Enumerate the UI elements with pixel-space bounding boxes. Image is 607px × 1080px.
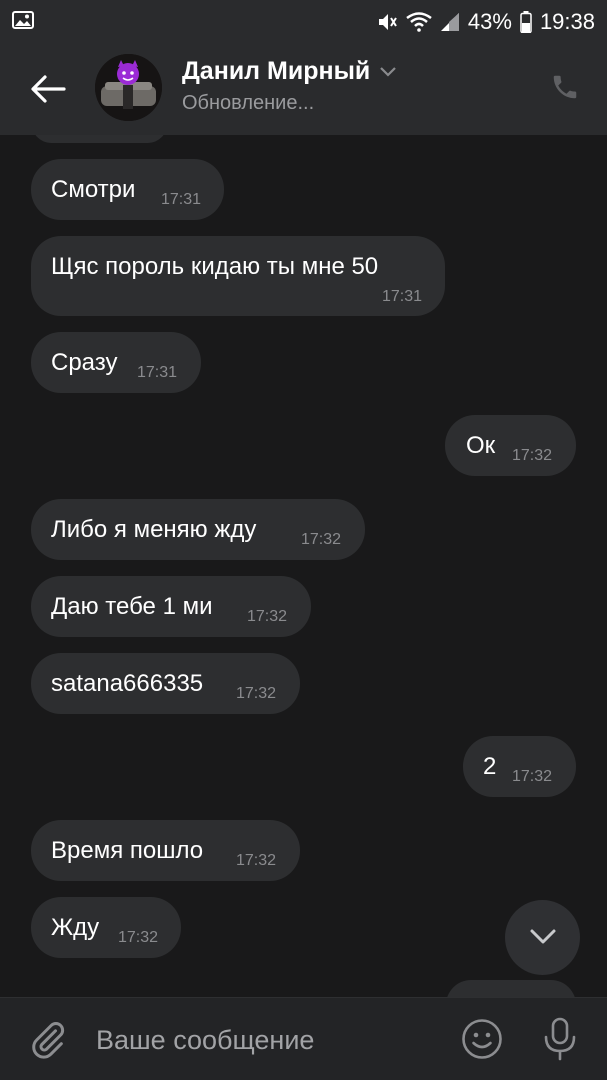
phone-icon <box>553 75 577 99</box>
status-bar: 43% 19:38 <box>0 0 607 44</box>
message-time: 17:31 <box>382 288 423 305</box>
scroll-down-button[interactable] <box>505 900 580 975</box>
message-time: 17:32 <box>512 768 553 785</box>
message-bubble-incoming[interactable]: satana666335 17:32 <box>31 653 300 714</box>
message-time: 17:32 <box>301 531 342 548</box>
avatar[interactable] <box>95 54 162 121</box>
message-text: satana666335 <box>51 670 204 697</box>
message-time: 17:32 <box>118 929 159 946</box>
message-time: 17:31 <box>161 191 202 208</box>
clock: 19:38 <box>539 9 595 34</box>
message-input[interactable] <box>96 1020 436 1060</box>
emoji-button[interactable] <box>461 1018 503 1060</box>
message-composer <box>0 997 607 1080</box>
call-button[interactable] <box>550 72 584 106</box>
message-time: 17:32 <box>512 447 553 464</box>
chevron-down-icon <box>380 66 397 77</box>
message-time: 17:31 <box>137 364 178 381</box>
message-text: Жду <box>51 914 100 941</box>
contact-name-row[interactable]: Данил Мирный <box>182 57 397 86</box>
message-bubble-partial <box>32 135 167 143</box>
chevron-down-icon <box>530 929 556 944</box>
message-list[interactable]: Смотри 17:31 Щяс пороль кидаю ты мне 50 … <box>0 135 607 997</box>
signal-icon <box>440 12 460 32</box>
back-arrow-icon <box>31 75 66 103</box>
message-bubble-incoming[interactable]: Щяс пороль кидаю ты мне 50 17:31 <box>31 236 445 316</box>
gallery-icon <box>12 10 34 34</box>
back-button[interactable] <box>30 74 66 104</box>
message-text: Время пошло <box>51 837 204 864</box>
contact-name: Данил Мирный <box>182 57 371 85</box>
chat-header: Данил Мирный Обновление... <box>0 44 607 135</box>
microphone-icon <box>544 1017 576 1061</box>
message-time: 17:32 <box>247 608 288 625</box>
emoji-icon <box>462 1019 502 1059</box>
message-bubble-incoming[interactable]: Сразу 17:31 <box>31 332 201 393</box>
message-text: 2 <box>483 753 497 780</box>
message-bubble-incoming[interactable]: Либо я меняю жду 17:32 <box>31 499 365 560</box>
contact-status: Обновление... <box>182 92 315 114</box>
attach-button[interactable] <box>28 1020 68 1060</box>
message-bubble-incoming[interactable]: Даю тебе 1 ми 17:32 <box>31 576 311 637</box>
message-bubble-incoming[interactable]: Смотри 17:31 <box>31 159 224 220</box>
message-text: Щяс пороль кидаю ты мне 50 <box>51 253 379 280</box>
message-time: 17:32 <box>236 852 277 869</box>
message-text: Смотри <box>51 176 136 203</box>
message-bubble-partial <box>446 980 576 997</box>
battery-percent: 43% <box>467 9 512 34</box>
paperclip-icon <box>32 1022 65 1059</box>
message-text: Либо я меняю жду <box>51 516 257 543</box>
message-bubble-outgoing[interactable]: 2 17:32 <box>463 736 576 797</box>
message-text: Ок <box>466 432 496 459</box>
battery-icon <box>520 11 532 33</box>
message-text: Даю тебе 1 ми <box>51 593 213 620</box>
microphone-button[interactable] <box>542 1017 578 1061</box>
wifi-icon <box>406 12 432 32</box>
message-bubble-incoming[interactable]: Жду 17:32 <box>31 897 181 958</box>
message-time: 17:32 <box>236 685 277 702</box>
message-bubble-outgoing[interactable]: Ок 17:32 <box>445 415 576 476</box>
mute-icon <box>376 11 398 33</box>
message-text: Сразу <box>51 349 118 376</box>
message-bubble-incoming[interactable]: Время пошло 17:32 <box>31 820 300 881</box>
